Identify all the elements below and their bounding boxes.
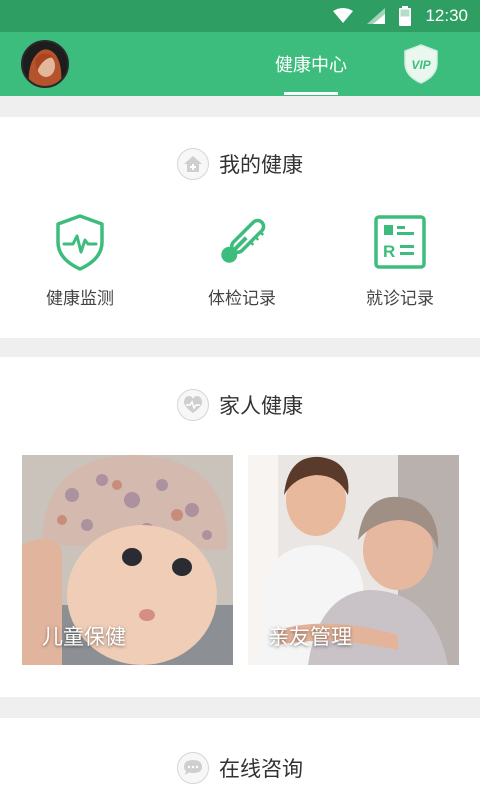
battery-icon	[399, 6, 412, 26]
status-time: 12:30	[425, 6, 468, 25]
my-health-header: 我的健康	[0, 148, 480, 180]
section-title: 家人健康	[219, 394, 303, 418]
medical-record-icon: R	[370, 212, 430, 272]
feature-label: 健康监测	[46, 289, 114, 309]
section-title: 在线咨询	[219, 757, 303, 781]
feature-label: 体检记录	[208, 289, 276, 309]
section-title: 我的健康	[219, 153, 303, 177]
avatar-photo	[23, 42, 67, 86]
heart-pulse-icon	[177, 389, 209, 421]
checkup-records-button[interactable]: 体检记录	[172, 212, 312, 309]
vip-button[interactable]: VIP	[403, 44, 439, 84]
chat-bubble-icon	[177, 752, 209, 784]
status-bar: 12:30	[0, 0, 480, 32]
visit-records-button[interactable]: R 就诊记录	[330, 212, 470, 309]
signal-icon	[367, 8, 386, 24]
my-health-section: 我的健康 健康监测 体检记录 R 就诊记录	[0, 117, 480, 338]
family-health-section: 家人健康 儿童保健 亲友管理	[0, 357, 480, 697]
online-consult-section: 在线咨询	[0, 718, 480, 800]
family-health-header: 家人健康	[0, 389, 480, 421]
app-header: 健康中心 VIP	[0, 32, 480, 96]
tab-indicator	[284, 92, 338, 95]
family-management-label: 亲友管理	[268, 625, 352, 649]
online-consult-header[interactable]: 在线咨询	[0, 752, 480, 784]
svg-text:R: R	[383, 242, 395, 261]
family-management-card[interactable]: 亲友管理	[248, 455, 459, 665]
wifi-icon	[333, 8, 354, 23]
child-care-card[interactable]: 儿童保健	[22, 455, 233, 665]
feature-label: 就诊记录	[366, 289, 434, 309]
tab-health-center[interactable]: 健康中心	[260, 32, 362, 96]
vip-label: VIP	[411, 58, 431, 72]
avatar[interactable]	[21, 40, 69, 88]
health-monitoring-button[interactable]: 健康监测	[10, 212, 150, 309]
shield-heartbeat-icon	[50, 212, 110, 272]
vip-shield-icon: VIP	[404, 44, 438, 84]
thermometer-icon	[212, 212, 272, 272]
child-care-label: 儿童保健	[42, 625, 126, 649]
house-plus-icon	[177, 148, 209, 180]
